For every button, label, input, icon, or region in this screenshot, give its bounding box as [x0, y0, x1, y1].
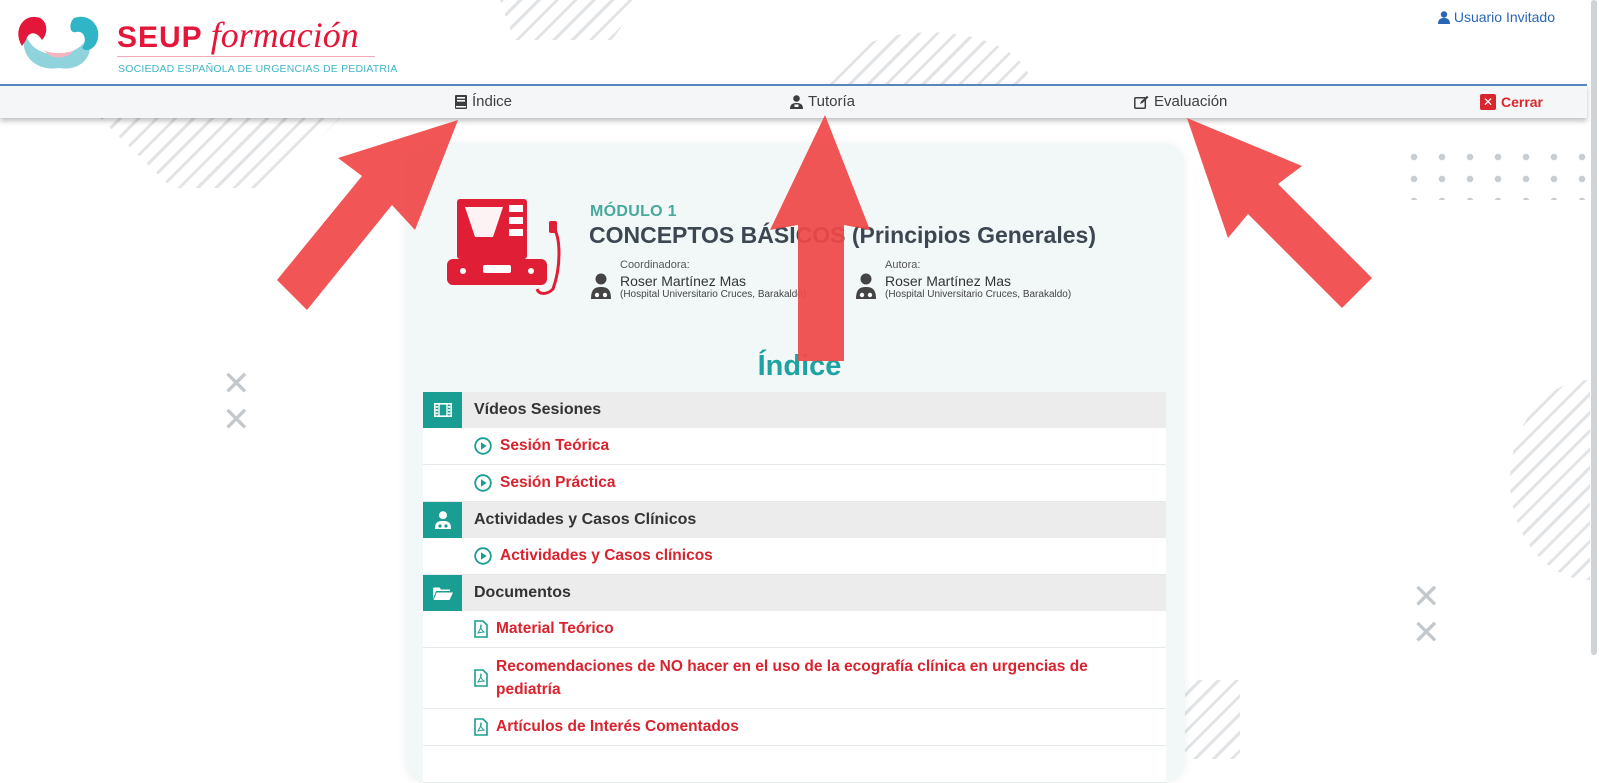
folder-open-icon [432, 587, 453, 600]
nav-indice-label: Índice [472, 93, 513, 110]
bg-stripes-bottom [1180, 680, 1240, 759]
ultrasound-machine-icon [447, 199, 561, 295]
index-item-articulos[interactable]: Artículos de Interés Comentados [423, 709, 1166, 746]
author-name: Roser Martínez Mas [885, 273, 1012, 289]
coordinator-hospital: (Hospital Universitario Cruces, Barakald… [620, 289, 807, 300]
index-item-label: Sesión Teórica [500, 437, 610, 454]
bg-x-mark: ✕ [222, 400, 251, 440]
index-list: Vídeos Sesiones Sesión Teórica Sesión Pr… [423, 392, 1166, 783]
author-info: Autora: Roser Martínez Mas (Hospital Uni… [855, 259, 1071, 300]
section-icon-box [423, 575, 462, 611]
doctor-icon [434, 511, 451, 529]
module-nav-bar: Índice Tutoría Evaluación ✕ Cerrar [0, 84, 1587, 118]
index-item-actividades[interactable]: Actividades y Casos clínicos [423, 538, 1166, 575]
section-label: Documentos [474, 584, 571, 601]
site-header: SEUP formación SOCIEDAD ESPAÑOLA DE URGEN… [0, 0, 1587, 84]
section-header: Documentos [423, 575, 1166, 611]
section-label: Vídeos Sesiones [474, 401, 602, 418]
pdf-file-icon [474, 718, 488, 736]
logo-emblem-icon [18, 16, 99, 69]
edit-icon [1134, 95, 1149, 109]
play-circle-icon [474, 437, 492, 455]
index-item-label: Actividades y Casos clínicos [500, 547, 713, 564]
nav-indice[interactable]: Índice [455, 93, 512, 110]
coordinator-info: Coordinadora: Roser Martínez Mas (Hospit… [590, 259, 806, 300]
index-item-label: Artículos de Interés Comentados [496, 718, 739, 735]
seup-logo[interactable]: SEUP formación SOCIEDAD ESPAÑOLA DE URGEN… [14, 10, 397, 78]
bg-x-mark: ✕ [1412, 613, 1441, 653]
nav-tutoria-label: Tutoría [808, 93, 855, 110]
index-title: Índice [757, 350, 842, 382]
user-menu[interactable]: Usuario Invitado [1437, 9, 1555, 25]
index-item-sesion-practica[interactable]: Sesión Práctica [423, 465, 1166, 502]
user-icon [1437, 10, 1450, 24]
logo-subtitle: SOCIEDAD ESPAÑOLA DE URGENCIAS DE PEDIAT… [118, 63, 398, 75]
logo-script-text: formación [210, 15, 359, 55]
nav-evaluacion[interactable]: Evaluación [1134, 93, 1227, 110]
bg-stripes-right [1510, 380, 1590, 580]
doctor-icon [856, 273, 876, 299]
index-item-label: Material Teórico [496, 620, 614, 637]
teacher-icon [790, 94, 803, 109]
book-icon [455, 94, 467, 109]
module-title: CONCEPTOS BÁSICOS (Principios Generales) [589, 222, 1096, 248]
index-item-label: Sesión Práctica [500, 474, 616, 491]
index-item-material-teorico[interactable]: Material Teórico [423, 611, 1166, 648]
coordinator-name: Roser Martínez Mas [620, 273, 747, 289]
index-item-sesion-teorica[interactable]: Sesión Teórica [423, 428, 1166, 465]
bg-dots [1400, 146, 1590, 200]
doctor-icon [591, 273, 611, 299]
section-icon-box [423, 502, 462, 538]
bg-x-mark: ✕ [1412, 577, 1441, 617]
bg-stripes-left [100, 118, 340, 188]
close-icon: ✕ [1479, 94, 1496, 110]
logo-title: SEUP formación [117, 14, 359, 56]
index-item-partial [423, 746, 1166, 783]
close-button[interactable]: ✕ Cerrar [1479, 94, 1543, 110]
logo-divider [117, 56, 375, 57]
nav-evaluacion-label: Evaluación [1154, 93, 1228, 110]
film-icon [433, 403, 452, 417]
nav-tutoria[interactable]: Tutoría [790, 93, 855, 110]
section-header: Actividades y Casos Clínicos [423, 502, 1166, 538]
section-label: Actividades y Casos Clínicos [474, 511, 697, 528]
section-icon-box [423, 392, 462, 428]
page-scrollbar[interactable] [1591, 0, 1597, 655]
annotation-arrow [1187, 118, 1372, 308]
index-item-label: Recomendaciones de NO hacer en el uso de… [496, 658, 1088, 698]
author-hospital: (Hospital Universitario Cruces, Barakald… [885, 289, 1072, 300]
section-header: Vídeos Sesiones [423, 392, 1166, 428]
user-label: Usuario Invitado [1453, 9, 1555, 25]
logo-main-text: SEUP [117, 21, 203, 54]
play-circle-icon [474, 474, 492, 492]
author-role: Autora: [885, 259, 921, 271]
coordinator-role: Coordinadora: [620, 259, 690, 271]
close-label: Cerrar [1500, 94, 1543, 110]
pdf-file-icon [474, 620, 488, 638]
module-kicker: MÓDULO 1 [590, 203, 677, 220]
index-item-recomendaciones[interactable]: Recomendaciones de NO hacer en el uso de… [423, 648, 1166, 709]
play-circle-icon [474, 547, 492, 565]
pdf-file-icon [474, 669, 488, 687]
